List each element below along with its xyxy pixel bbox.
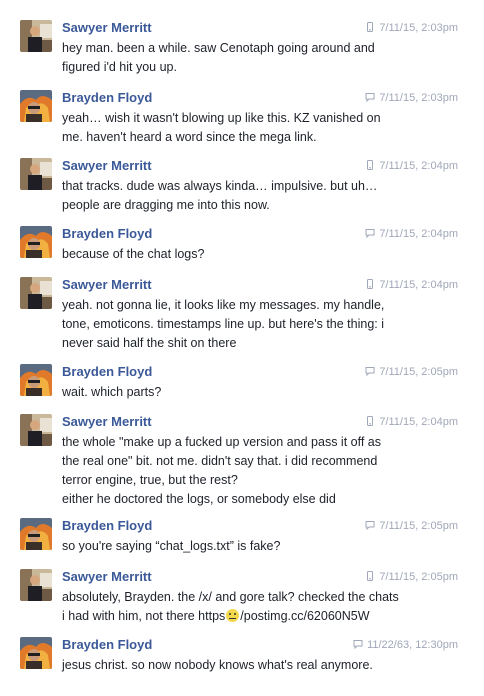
avatar-brayden[interactable] bbox=[20, 364, 52, 396]
message-line: tone, emoticons. timestamps line up. but… bbox=[62, 317, 385, 331]
timestamp: 7/11/15, 2:05pm bbox=[365, 569, 458, 585]
timestamp: 7/11/15, 2:03pm bbox=[365, 90, 458, 106]
sender-name[interactable]: Sawyer Merritt bbox=[62, 158, 152, 174]
message-line: people are dragging me into this now. bbox=[62, 198, 270, 212]
message-line: i had with him, not there https/postimg.… bbox=[62, 607, 422, 626]
message-line: either he doctored the logs, or somebody… bbox=[62, 492, 336, 506]
message-line: jesus christ. so now nobody knows what's… bbox=[62, 658, 373, 672]
message-line: terror engine, true, but the rest? bbox=[62, 473, 238, 487]
sender-name[interactable]: Sawyer Merritt bbox=[62, 277, 152, 293]
chat-bubble-icon bbox=[365, 520, 375, 530]
message-body: jesus christ. so now nobody knows what's… bbox=[62, 656, 422, 675]
message-line: the real one" bit. not me. didn't say th… bbox=[62, 454, 378, 468]
sender-name[interactable]: Sawyer Merritt bbox=[62, 569, 152, 585]
sender-name[interactable]: Brayden Floyd bbox=[62, 90, 152, 106]
timestamp-text: 7/11/15, 2:04pm bbox=[379, 279, 458, 291]
timestamp-text: 7/11/15, 2:05pm bbox=[379, 571, 458, 583]
message-body: that tracks. dude was always kinda… impu… bbox=[62, 177, 422, 215]
sender-name[interactable]: Sawyer Merritt bbox=[62, 414, 152, 430]
message-text: i had with him, not there https bbox=[62, 609, 226, 623]
chat-bubble-icon bbox=[353, 639, 363, 649]
chat-bubble-icon bbox=[365, 228, 375, 238]
slight-smile-emoji-icon bbox=[226, 609, 240, 622]
sender-name[interactable]: Sawyer Merritt bbox=[62, 20, 152, 36]
sender-name[interactable]: Brayden Floyd bbox=[62, 637, 152, 653]
timestamp: 7/11/15, 2:04pm bbox=[365, 158, 458, 174]
message-line: wait. which parts? bbox=[62, 385, 162, 399]
message-body: because of the chat logs? bbox=[62, 245, 422, 264]
phone-icon bbox=[365, 571, 375, 581]
avatar-brayden[interactable] bbox=[20, 518, 52, 550]
timestamp-text: 7/11/15, 2:04pm bbox=[379, 416, 458, 428]
avatar-sawyer[interactable] bbox=[20, 414, 52, 446]
phone-icon bbox=[365, 279, 375, 289]
message-line: figured i'd hit you up. bbox=[62, 60, 177, 74]
avatar-sawyer[interactable] bbox=[20, 158, 52, 190]
message-body: wait. which parts? bbox=[62, 383, 422, 402]
message-line: never said half the shit on there bbox=[62, 336, 237, 350]
avatar-sawyer[interactable] bbox=[20, 277, 52, 309]
phone-icon bbox=[365, 22, 375, 32]
timestamp-text: 7/11/15, 2:05pm bbox=[379, 520, 458, 532]
phone-icon bbox=[365, 160, 375, 170]
message-body: so you're saying “chat_logs.txt” is fake… bbox=[62, 537, 422, 556]
message-body: yeah. not gonna lie, it looks like my me… bbox=[62, 296, 422, 353]
sender-name[interactable]: Brayden Floyd bbox=[62, 364, 152, 380]
avatar-sawyer[interactable] bbox=[20, 20, 52, 52]
message-body: absolutely, Brayden. the /x/ and gore ta… bbox=[62, 588, 422, 626]
timestamp: 7/11/15, 2:05pm bbox=[365, 518, 458, 534]
timestamp-text: 11/22/63, 12:30pm bbox=[367, 639, 458, 651]
avatar-brayden[interactable] bbox=[20, 90, 52, 122]
message-line: hey man. been a while. saw Cenotaph goin… bbox=[62, 41, 375, 55]
chat-bubble-icon bbox=[365, 366, 375, 376]
timestamp-text: 7/11/15, 2:04pm bbox=[379, 160, 458, 172]
message-line: me. haven't heard a word since the mega … bbox=[62, 130, 317, 144]
sender-name[interactable]: Brayden Floyd bbox=[62, 226, 152, 242]
timestamp: 7/11/15, 2:05pm bbox=[365, 364, 458, 380]
link-text[interactable]: /postimg.cc/62060N5W bbox=[240, 609, 369, 623]
message-line: absolutely, Brayden. the /x/ and gore ta… bbox=[62, 590, 399, 604]
chat-bubble-icon bbox=[365, 92, 375, 102]
timestamp: 7/11/15, 2:04pm bbox=[365, 414, 458, 430]
message-thread: Sawyer Merritt 7/11/15, 2:03pm hey man. … bbox=[0, 0, 484, 696]
message-line: the whole "make up a fucked up version a… bbox=[62, 435, 381, 449]
timestamp: 11/22/63, 12:30pm bbox=[353, 637, 458, 653]
avatar-sawyer[interactable] bbox=[20, 569, 52, 601]
message-line: yeah… wish it wasn't blowing up like thi… bbox=[62, 111, 381, 125]
timestamp: 7/11/15, 2:04pm bbox=[365, 226, 458, 242]
timestamp: 7/11/15, 2:03pm bbox=[365, 20, 458, 36]
avatar-brayden[interactable] bbox=[20, 226, 52, 258]
timestamp-text: 7/11/15, 2:04pm bbox=[379, 228, 458, 240]
timestamp-text: 7/11/15, 2:03pm bbox=[379, 92, 458, 104]
avatar-brayden[interactable] bbox=[20, 637, 52, 669]
message-body: hey man. been a while. saw Cenotaph goin… bbox=[62, 39, 422, 77]
message-line: because of the chat logs? bbox=[62, 247, 205, 261]
message-body: the whole "make up a fucked up version a… bbox=[62, 433, 422, 509]
sender-name[interactable]: Brayden Floyd bbox=[62, 518, 152, 534]
timestamp: 7/11/15, 2:04pm bbox=[365, 277, 458, 293]
message-line: that tracks. dude was always kinda… impu… bbox=[62, 179, 378, 193]
message-body: yeah… wish it wasn't blowing up like thi… bbox=[62, 109, 422, 147]
phone-icon bbox=[365, 416, 375, 426]
message-line: yeah. not gonna lie, it looks like my me… bbox=[62, 298, 385, 312]
timestamp-text: 7/11/15, 2:05pm bbox=[379, 366, 458, 378]
message-line: so you're saying “chat_logs.txt” is fake… bbox=[62, 539, 281, 553]
timestamp-text: 7/11/15, 2:03pm bbox=[379, 22, 458, 34]
